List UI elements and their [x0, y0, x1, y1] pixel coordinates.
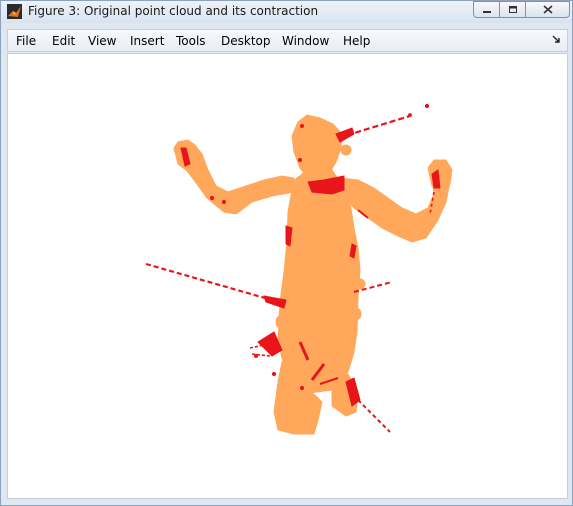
matlab-figure-icon [7, 4, 22, 19]
menu-edit[interactable]: Edit [52, 34, 75, 48]
contraction-head-point [424, 103, 430, 109]
window-title: Figure 3: Original point cloud and its c… [28, 4, 319, 18]
point-cloud-plot [145, 103, 453, 435]
menu-tools[interactable]: Tools [176, 34, 206, 48]
restore-icon [508, 6, 517, 13]
contraction-lower-right-streak [357, 399, 391, 433]
dock-arrow-icon[interactable] [551, 34, 561, 44]
menu-insert[interactable]: Insert [130, 34, 164, 48]
contraction-left-streak [145, 262, 273, 302]
menu-file[interactable]: File [16, 34, 36, 48]
restore-button[interactable] [499, 1, 526, 18]
figure-window: Figure 3: Original point cloud and its c… [0, 0, 573, 506]
caption-buttons [473, 1, 570, 19]
menu-help[interactable]: Help [343, 34, 370, 48]
cloud-head [291, 114, 343, 181]
contraction-right-hand [431, 169, 441, 189]
close-icon [542, 5, 553, 14]
minimize-button[interactable] [473, 1, 500, 18]
menu-desktop[interactable]: Desktop [221, 34, 271, 48]
menu-window[interactable]: Window [282, 34, 329, 48]
original-point-cloud [173, 114, 453, 435]
minimize-icon [482, 10, 491, 13]
figure-canvas[interactable] [7, 53, 568, 499]
menu-view[interactable]: View [88, 34, 116, 48]
title-bar[interactable]: Figure 3: Original point cloud and its c… [1, 1, 572, 23]
menu-bar: File Edit View Insert Tools Desktop Wind… [7, 29, 568, 52]
close-button[interactable] [525, 1, 570, 18]
